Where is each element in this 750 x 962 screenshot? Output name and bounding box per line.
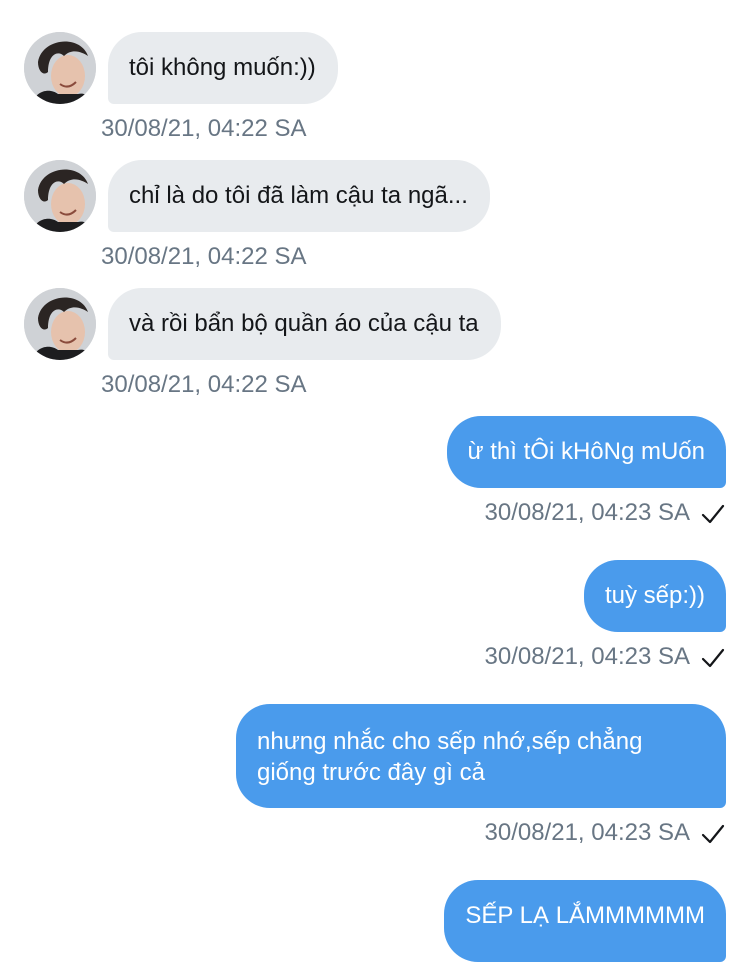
message-timestamp: 30/08/21, 04:22 SA [101, 115, 307, 142]
avatar[interactable] [24, 32, 96, 104]
user-photo [24, 288, 96, 360]
checkmark-icon [701, 648, 725, 668]
message-timestamp: 30/08/21, 04:23 SA [484, 643, 691, 670]
avatar[interactable] [24, 288, 96, 360]
message-text: và rồi bẩn bộ quần áo của cậu ta [129, 310, 479, 337]
message-text: tuỳ sếp:)) [604, 582, 705, 609]
user-photo [24, 32, 96, 104]
message-timestamp: 30/08/21, 04:23 SA [484, 819, 691, 846]
message-bubble-incoming[interactable]: tôi không muốn:)) [108, 32, 338, 104]
checkmark-icon [701, 824, 725, 844]
checkmark-icon [701, 504, 725, 524]
avatar[interactable] [24, 160, 96, 232]
message-timestamp: 30/08/21, 04:22 SA [101, 371, 307, 398]
message-bubble-outgoing[interactable]: nhưng nhắc cho sếp nhớ,sếp chẳng giống t… [236, 704, 726, 808]
message-timestamp: 30/08/21, 04:23 SA [484, 499, 691, 526]
message-text: SẾP LẠ LẮMMMMMM [465, 902, 705, 929]
message-bubble-outgoing[interactable]: ừ thì tÔi kHôNg mUốn [446, 416, 726, 488]
message-bubble-outgoing[interactable]: tuỳ sếp:)) [583, 560, 726, 632]
message-timestamp: 30/08/21, 04:22 SA [101, 243, 307, 270]
user-photo [24, 160, 96, 232]
message-text: tôi không muốn:)) [129, 54, 316, 81]
message-bubble-incoming[interactable]: và rồi bẩn bộ quần áo của cậu ta [108, 288, 501, 360]
message-text: chỉ là do tôi đã làm cậu ta ngã... [129, 182, 468, 209]
message-text: ừ thì tÔi kHôNg mUốn [467, 438, 705, 465]
message-text: nhưng nhắc cho sếp nhớ,sếp chẳng giống t… [257, 728, 643, 786]
message-bubble-incoming[interactable]: chỉ là do tôi đã làm cậu ta ngã... [108, 160, 490, 232]
